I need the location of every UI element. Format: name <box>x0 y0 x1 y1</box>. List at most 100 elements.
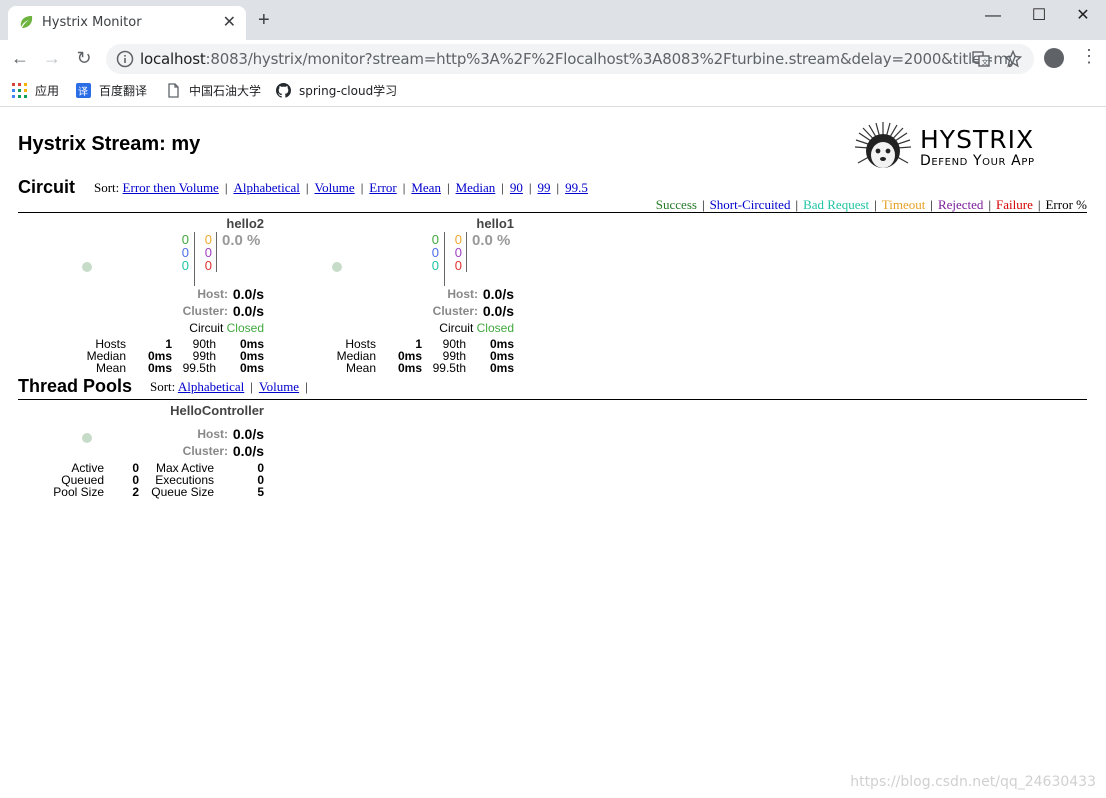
monitor-title: hello2 <box>226 216 264 231</box>
stat-value: 0ms <box>148 362 172 374</box>
url-host: localhost <box>140 50 206 68</box>
translate-icon: 译 <box>76 83 91 98</box>
host-label: Host: <box>197 427 228 441</box>
bookmark-label: 应用 <box>35 84 60 98</box>
sort-label: Sort: <box>94 180 120 195</box>
count-bad-request: 0 <box>181 258 189 273</box>
stat-label: Pool Size <box>53 485 104 499</box>
sort-label: Sort: <box>150 379 176 394</box>
close-window-icon[interactable]: ✕ <box>1060 2 1106 30</box>
tab-strip: Hystrix Monitor ✕ + — ☐ ✕ <box>0 0 1106 40</box>
profile-avatar-icon[interactable] <box>1044 48 1064 68</box>
sort-alphabetical[interactable]: Alphabetical <box>233 180 299 195</box>
circuit-status: Circuit Closed <box>439 321 514 335</box>
svg-text:译: 译 <box>78 86 88 98</box>
close-tab-icon[interactable]: ✕ <box>223 12 236 32</box>
cluster-rate: 0.0/s <box>232 303 264 319</box>
new-tab-icon[interactable]: + <box>258 9 270 32</box>
legend-rejected: Rejected <box>937 197 984 212</box>
reload-icon[interactable]: ↻ <box>72 46 96 70</box>
sort-99-5[interactable]: 99.5 <box>565 180 588 195</box>
count-failure: 0 <box>454 258 462 273</box>
sort-volume[interactable]: Volume <box>314 180 354 195</box>
sort-error-then-volume[interactable]: Error then Volume <box>123 180 219 195</box>
stat-value: 0ms <box>490 362 514 374</box>
minimize-icon[interactable]: — <box>970 2 1016 30</box>
address-bar[interactable]: localhost:8083/hystrix/monitor?stream=ht… <box>106 44 1034 74</box>
health-circle <box>82 262 92 272</box>
info-icon[interactable] <box>116 50 134 68</box>
thread-pool-monitor-hellocontroller: HelloController Host: 0.0/s Cluster: 0.0… <box>14 403 264 503</box>
error-percentage: 0.0 % <box>222 232 261 249</box>
watermark: https://blog.csdn.net/qq_24630433 <box>850 774 1096 790</box>
count-divider <box>444 232 445 286</box>
sort-90[interactable]: 90 <box>510 180 523 195</box>
bookmark-label: 百度翻译 <box>99 84 148 98</box>
circuit-label: Circuit <box>189 321 224 335</box>
cluster-label: Cluster: <box>432 304 478 318</box>
star-icon[interactable] <box>1004 50 1022 68</box>
cluster-label: Cluster: <box>182 444 228 458</box>
tab-title: Hystrix Monitor <box>42 15 142 30</box>
maximize-icon[interactable]: ☐ <box>1016 2 1062 30</box>
stat-label: Mean <box>95 361 126 375</box>
forward-icon[interactable]: → <box>40 46 64 70</box>
p995-value: 0ms <box>489 361 514 375</box>
sort-99[interactable]: 99 <box>538 180 551 195</box>
count-bad-request: 0 <box>431 258 439 273</box>
bookmarks-bar: 应用 译 百度翻译 中国石油大学 spring-cloud学习 <box>0 76 1106 107</box>
pool-size-value: 2 <box>132 485 139 499</box>
health-circle <box>332 262 342 272</box>
thread-pools-sort-bar: Sort: Alphabetical | Volume | <box>150 379 308 394</box>
host-rate: 0.0/s <box>482 286 514 302</box>
stat-value: 0ms <box>240 362 264 374</box>
sort-median[interactable]: Median <box>456 180 496 195</box>
stat-label: 99.5th <box>432 361 466 375</box>
circuit-label: Circuit <box>439 321 474 335</box>
spring-leaf-icon <box>20 16 33 28</box>
thread-pools-heading: Thread Pools <box>18 376 133 396</box>
count-divider <box>216 232 217 272</box>
sort-mean[interactable]: Mean <box>411 180 441 195</box>
github-icon <box>276 83 291 98</box>
cluster-label: Cluster: <box>182 304 228 318</box>
url-text[interactable]: localhost:8083/hystrix/monitor?stream=ht… <box>140 50 1017 68</box>
host-label: Host: <box>447 287 478 301</box>
stat-value: 2 <box>132 486 139 498</box>
menu-icon[interactable]: ⋮ <box>1080 46 1098 67</box>
sort-alphabetical[interactable]: Alphabetical <box>178 379 244 394</box>
bookmark-label: 中国石油大学 <box>189 84 262 98</box>
circuit-divider <box>18 212 1087 213</box>
page-icon <box>168 83 179 98</box>
mean-value: 0ms <box>147 361 172 375</box>
stat-label: 99.5th <box>182 361 216 375</box>
error-percentage: 0.0 % <box>472 232 511 249</box>
legend-failure: Failure <box>996 197 1033 212</box>
translate-page-icon[interactable]: 文 <box>972 50 990 68</box>
mean-value: 0ms <box>397 361 422 375</box>
bookmark-baidu-translate[interactable]: 译 百度翻译 <box>76 82 147 99</box>
bookmark-upc[interactable]: 中国石油大学 <box>166 82 261 99</box>
stat-label: Queue Size <box>151 485 214 499</box>
p995-value: 0ms <box>239 361 264 375</box>
circuit-sort-bar: Sort: Error then Volume | Alphabetical | Vol… <box>94 180 588 195</box>
count-failure: 0 <box>204 258 212 273</box>
bookmark-spring-cloud[interactable]: spring-cloud学习 <box>276 82 397 99</box>
host-rate: 0.0/s <box>232 426 264 442</box>
bookmark-label: spring-cloud学习 <box>299 84 398 98</box>
host-label: Host: <box>197 287 228 301</box>
back-icon[interactable]: ← <box>8 46 32 70</box>
circuit-monitor-hello2: hello2 0 0 0 0 0 0 0.0 % Host: 0.0/s Clu… <box>14 216 264 376</box>
host-rate: 0.0/s <box>232 286 264 302</box>
sort-volume[interactable]: Volume <box>259 379 299 394</box>
legend-timeout: Timeout <box>881 197 926 212</box>
status-legend: Success | Short-Circuited | Bad Request | Time… <box>655 197 1087 212</box>
page-title: Hystrix Stream: my <box>18 133 201 155</box>
bookmark-apps[interactable]: 应用 <box>12 82 59 99</box>
circuit-monitor-hello1: hello1 0 0 0 0 0 0 0.0 % Host: 0.0/s Clu… <box>264 216 514 376</box>
thread-pools-divider <box>18 399 1087 400</box>
browser-tab[interactable]: Hystrix Monitor ✕ <box>8 6 246 40</box>
sort-error[interactable]: Error <box>369 180 396 195</box>
legend-error-percent: Error % <box>1045 197 1087 212</box>
stat-label: Mean <box>345 361 376 375</box>
